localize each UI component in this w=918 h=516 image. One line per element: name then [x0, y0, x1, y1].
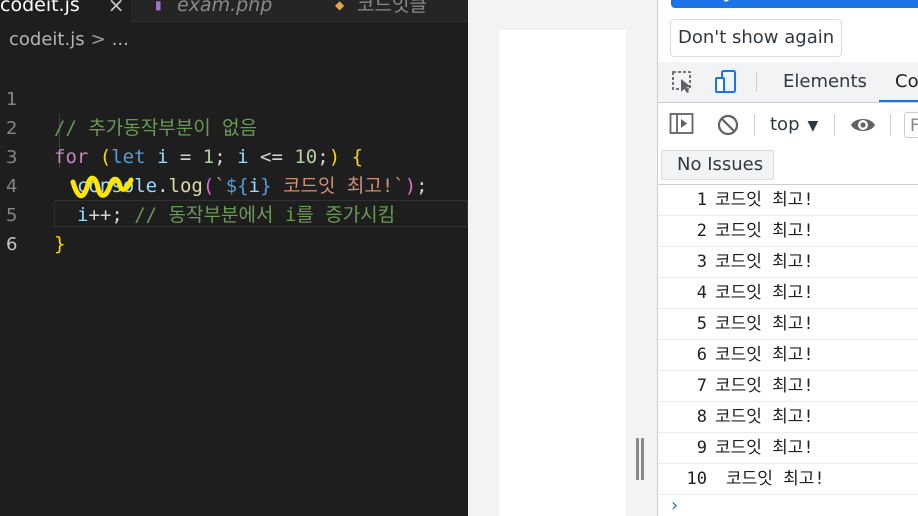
console-message: 6 코드잇 최고! [658, 340, 918, 371]
dont-show-again-button[interactable]: Don't show again [670, 19, 843, 57]
console-message-number: 4 [696, 283, 707, 303]
console-message-number: 10 [686, 469, 707, 489]
console-message-text: 코드잇 최고! [715, 190, 814, 210]
console-message-number: 2 [696, 221, 707, 241]
tab-label: 코드잇클 [357, 0, 427, 16]
dropdown-arrow-icon: ▼ [807, 118, 819, 134]
tab-console[interactable]: Console [879, 62, 918, 102]
browser-viewport [468, 0, 657, 516]
code-editor[interactable]: codeit.js × ▮ exam.php ◆ 코드잇클 codeit.js >...… [0, 0, 468, 516]
console-message: 4 코드잇 최고! [658, 278, 918, 309]
toolbar-divider [834, 114, 835, 136]
console-message: 9 코드잇 최고! [658, 433, 918, 464]
console-message: 5 코드잇 최고! [658, 309, 918, 340]
no-issues-button[interactable]: No Issues [661, 150, 775, 180]
console-message-text: 코드잇 최고! [726, 469, 825, 489]
console-message: 8 코드잇 최고! [658, 402, 918, 433]
context-selector[interactable]: top ▼ [770, 103, 818, 146]
inspect-element-icon[interactable] [671, 70, 695, 98]
console-message-text: 코드잇 최고! [715, 376, 814, 396]
code-line: 6 [0, 201, 468, 255]
match-language-button[interactable]: Always match Chrome's language [671, 0, 918, 8]
tab-label: codeit.js [0, 0, 80, 16]
console-message: 10 코드잇 최고! [658, 464, 918, 495]
console-message-number: 8 [696, 407, 707, 427]
console-message-number: 6 [696, 345, 707, 365]
code-line: 1 // 추가동작부분이 없음 [0, 56, 468, 139]
console-message-text: 코드잇 최고! [715, 252, 814, 272]
breadcrumb-symbol[interactable]: ... [112, 29, 129, 50]
code-line: 4 i++; // 동작부분에서 i를 증가시킴 [0, 143, 468, 226]
console-prompt-icon[interactable]: › [671, 496, 678, 516]
console-message: 3 코드잇 최고! [658, 247, 918, 278]
tab-label: exam.php [177, 0, 273, 16]
language-banner: Always match Chrome's language Don't sho… [658, 0, 918, 62]
console-output: 1 코드잇 최고! 2 코드잇 최고! 3 코드잇 최고! 4 코드잇 최고! 5 코드잇 최고!… [658, 185, 918, 495]
tab-korean-js[interactable]: ◆ 코드잇클 [311, 0, 468, 23]
filter-input[interactable]: Filter [904, 112, 918, 138]
devtools-tab-bar: Elements Console [658, 62, 918, 103]
console-message-number: 3 [696, 252, 707, 272]
console-message: 7 코드잇 최고! [658, 371, 918, 402]
console-message-text: 코드잇 최고! [715, 314, 814, 334]
console-message-text: 코드잇 최고! [715, 345, 814, 365]
editor-tab-bar: codeit.js × ▮ exam.php ◆ 코드잇클 [0, 0, 468, 23]
console-message-number: 5 [696, 314, 707, 334]
issues-bar: No Issues [658, 146, 918, 185]
code-line: 3 console.log(`${i} 코드잇 최고!`); [0, 114, 468, 197]
console-message-number: 7 [696, 376, 707, 396]
console-message-number: 9 [696, 438, 707, 458]
toolbar-divider [756, 72, 757, 92]
clear-console-icon[interactable] [716, 113, 740, 141]
js-file-icon: ◆ [335, 0, 345, 12]
tab-exam-php[interactable]: ▮ exam.php [131, 0, 311, 23]
tab-codeit-js[interactable]: codeit.js × [0, 0, 131, 23]
panel-resize-handle[interactable] [636, 438, 644, 480]
console-message-text: 코드잇 최고! [715, 438, 814, 458]
tab-elements[interactable]: Elements [783, 62, 867, 102]
breadcrumb-file[interactable]: codeit.js [9, 29, 85, 50]
page-content [499, 30, 626, 516]
device-toolbar-icon[interactable] [713, 69, 739, 99]
squiggle-annotation [70, 175, 134, 199]
toolbar-divider [890, 114, 891, 136]
php-file-icon: ▮ [155, 0, 162, 12]
devtools-panel: Always match Chrome's language Don't sho… [657, 0, 918, 516]
console-toolbar: top ▼ Filter [658, 103, 918, 147]
code-line: 2 for (let i = 1; i <= 10;) { [0, 85, 468, 168]
console-message-text: 코드잇 최고! [715, 221, 814, 241]
console-message-number: 1 [696, 190, 707, 210]
line-number: 6 [6, 234, 18, 255]
console-message-text: 코드잇 최고! [715, 283, 814, 303]
close-icon[interactable]: × [108, 0, 125, 15]
live-expression-eye-icon[interactable] [849, 113, 877, 141]
console-message-text: 코드잇 최고! [715, 407, 814, 427]
console-message: 2 코드잇 최고! [658, 216, 918, 247]
sidebar-toggle-icon[interactable] [669, 112, 695, 140]
context-label: top [770, 114, 800, 135]
console-message: 1 코드잇 최고! [658, 185, 918, 216]
breadcrumb[interactable]: codeit.js >... [9, 29, 129, 50]
chevron-right-icon: > [90, 29, 106, 50]
toolbar-divider [754, 114, 755, 136]
